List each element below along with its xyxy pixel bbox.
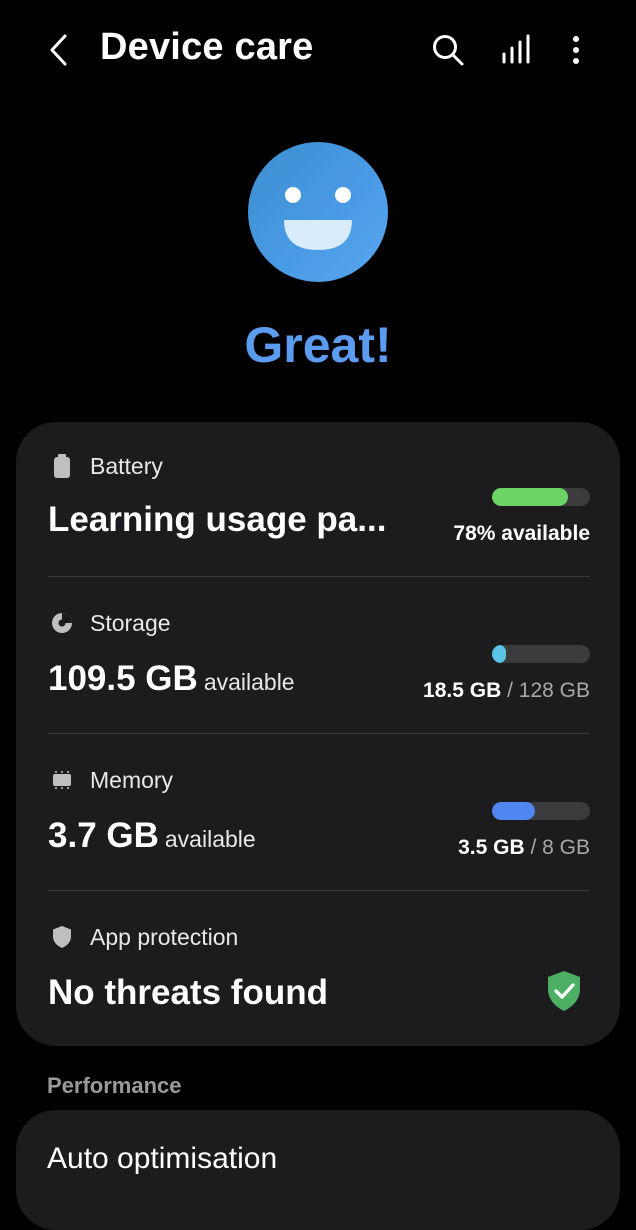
status-text: Great! — [244, 317, 392, 373]
battery-bar — [492, 488, 590, 506]
back-button[interactable] — [40, 30, 80, 70]
storage-value: 109.5 GB — [48, 659, 198, 698]
memory-suffix: available — [164, 826, 256, 852]
storage-total: 128 GB — [518, 679, 590, 702]
storage-bar — [492, 645, 590, 663]
divider — [48, 890, 590, 891]
memory-chip-icon — [53, 771, 71, 789]
more-options-button[interactable] — [556, 30, 596, 70]
battery-meta: 78% available — [453, 522, 590, 546]
storage-label: Storage — [90, 609, 171, 636]
battery-label: Battery — [90, 452, 163, 479]
memory-section[interactable]: Memory 3.7 GB available 3.5 GB / 8 GB — [48, 764, 590, 892]
memory-used: 3.5 GB — [458, 836, 525, 859]
app-protection-section[interactable]: App protection No threats found — [48, 921, 590, 1031]
storage-meta: 18.5 GB / 128 GB — [423, 679, 590, 703]
storage-sep: / — [507, 679, 513, 702]
battery-bar-fill — [492, 488, 569, 506]
app-protection-label: App protection — [90, 923, 239, 950]
status-face-icon — [248, 142, 388, 282]
storage-bar-fill — [492, 645, 507, 663]
memory-meta: 3.5 GB / 8 GB — [458, 836, 590, 860]
pie-chart-icon — [52, 613, 72, 633]
battery-header: Battery — [48, 450, 163, 482]
device-status-card: Battery Learning usage pa... 78% availab… — [16, 422, 620, 1046]
memory-bar-fill — [492, 802, 536, 820]
app-protection-headline: No threats found — [48, 973, 328, 1012]
protection-status — [544, 969, 584, 1013]
battery-headline: Learning usage pa... — [48, 500, 387, 539]
storage-available: 109.5 GB available — [48, 659, 295, 699]
storage-header: Storage — [48, 607, 171, 639]
search-icon — [433, 35, 464, 66]
battery-available: 78% available — [453, 522, 590, 545]
memory-total: 8 GB — [542, 836, 590, 859]
storage-section[interactable]: Storage 109.5 GB available 18.5 GB / 128 … — [48, 607, 590, 735]
battery-section[interactable]: Battery Learning usage pa... 78% availab… — [48, 450, 590, 578]
memory-available: 3.7 GB available — [48, 816, 256, 856]
memory-value: 3.7 GB — [48, 816, 159, 855]
app-bar: Device care — [0, 0, 636, 100]
auto-optimisation-label: Auto optimisation — [47, 1142, 278, 1175]
app-protection-header: App protection — [48, 921, 238, 953]
auto-optimisation-item[interactable]: Auto optimisation — [16, 1110, 620, 1230]
memory-label: Memory — [90, 766, 174, 793]
memory-header: Memory — [48, 764, 173, 796]
divider — [48, 576, 590, 577]
storage-used: 18.5 GB — [423, 679, 502, 702]
search-button[interactable] — [428, 30, 468, 70]
back-icon — [50, 34, 67, 66]
signal-bars-icon — [502, 34, 530, 64]
storage-suffix: available — [203, 669, 295, 695]
more-vert-icon — [573, 36, 579, 64]
performance-section-label: Performance — [47, 1073, 182, 1098]
stats-button[interactable] — [496, 30, 536, 70]
page-title: Device care — [100, 26, 314, 68]
shield-check-icon — [548, 971, 580, 1011]
battery-icon — [54, 454, 70, 478]
divider — [48, 733, 590, 734]
shield-icon — [53, 926, 71, 948]
memory-sep: / — [530, 836, 537, 859]
memory-bar — [492, 802, 590, 820]
